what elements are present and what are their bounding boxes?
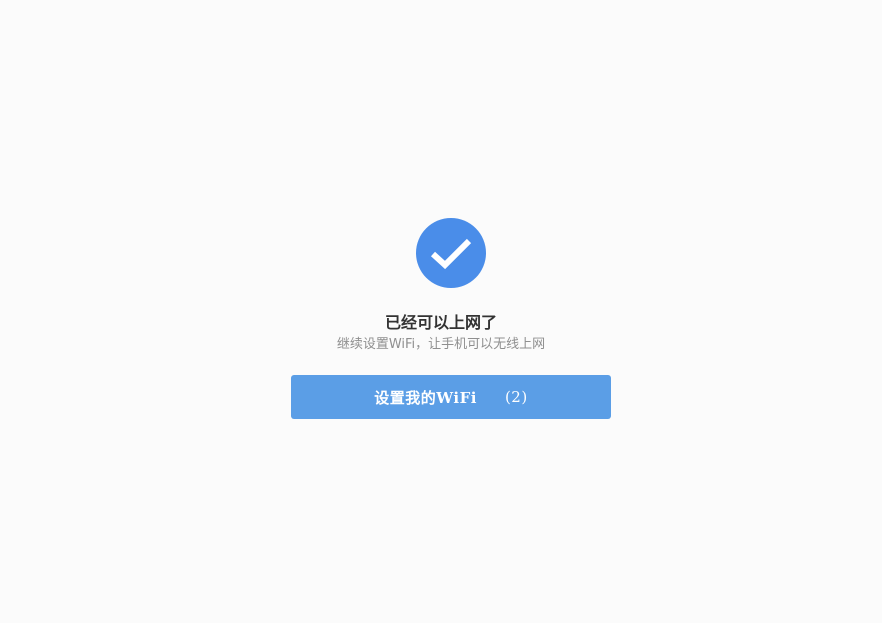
status-subtitle: 继续设置WiFi，让手机可以无线上网 [336, 337, 546, 352]
setup-wifi-label: 设置我的WiFi [374, 388, 477, 407]
setup-wifi-button[interactable]: 设置我的WiFi (2) [291, 375, 611, 419]
checkmark-circle-icon [416, 218, 486, 288]
status-title: 已经可以上网了 [384, 313, 497, 332]
success-page: 已经可以上网了 继续设置WiFi，让手机可以无线上网 设置我的WiFi (2) [0, 0, 882, 623]
checkmark-icon [430, 238, 472, 270]
countdown-badge: (2) [504, 388, 528, 406]
